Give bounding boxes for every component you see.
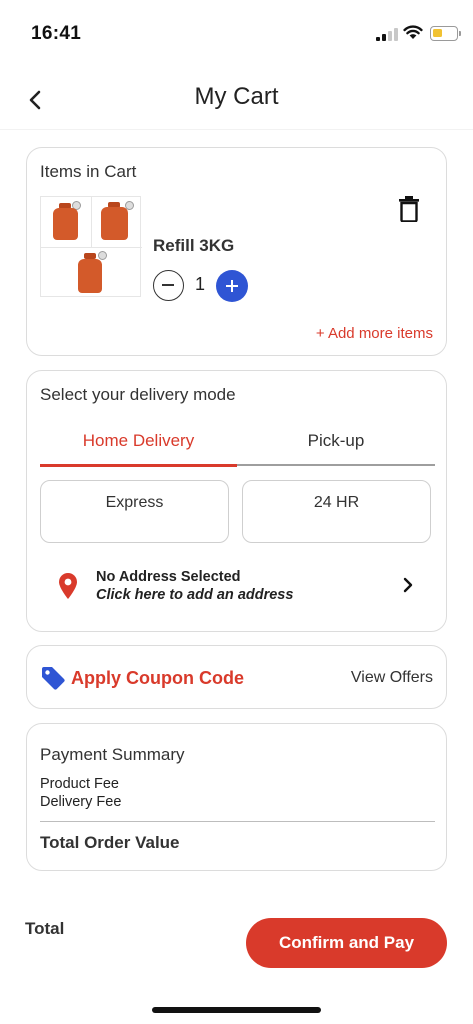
total-label: Total [25, 919, 65, 938]
delivery-section-label: Select your delivery mode [40, 385, 236, 404]
home-indicator[interactable] [152, 1007, 321, 1013]
decrease-quantity-button[interactable] [153, 270, 184, 301]
coupon-card[interactable]: Apply Coupon Code View Offers [26, 645, 447, 709]
view-offers-link[interactable]: View Offers [351, 669, 433, 687]
24hr-option[interactable]: 24 HR [242, 480, 431, 543]
quantity-value: 1 [194, 274, 205, 294]
delivery-mode-card: Select your delivery mode Home Delivery … [26, 370, 447, 632]
product-name: Refill 3KG [153, 236, 235, 255]
total-order-value-label: Total Order Value [40, 833, 180, 852]
header: My Cart [0, 70, 473, 130]
trash-icon[interactable] [397, 196, 421, 222]
location-pin-icon [59, 573, 77, 599]
battery-icon [430, 26, 458, 41]
delivery-fee-label: Delivery Fee [40, 794, 122, 810]
cart-card: Items in Cart Refill 3KG 1 + Add more it… [26, 147, 447, 356]
status-time: 16:41 [31, 23, 82, 44]
chevron-right-icon[interactable] [402, 577, 414, 593]
page-title: My Cart [194, 83, 279, 110]
express-option[interactable]: Express [40, 480, 229, 543]
address-title[interactable]: No Address Selected [96, 569, 241, 585]
signal-icon [376, 27, 398, 41]
payment-summary-card: Payment Summary Product Fee Delivery Fee… [26, 723, 447, 871]
tab-home-delivery[interactable]: Home Delivery [40, 431, 237, 451]
increase-quantity-button[interactable] [216, 270, 248, 302]
address-subtitle[interactable]: Click here to add an address [96, 587, 293, 603]
payment-summary-title: Payment Summary [40, 745, 185, 764]
wifi-icon [403, 25, 423, 39]
status-bar: 16:41 [0, 0, 473, 60]
product-fee-label: Product Fee [40, 776, 119, 792]
add-more-items-link[interactable]: + Add more items [316, 325, 433, 342]
product-image [40, 196, 142, 297]
divider [40, 821, 435, 822]
cart-section-label: Items in Cart [40, 162, 137, 181]
apply-coupon-label[interactable]: Apply Coupon Code [71, 668, 244, 689]
tab-pick-up[interactable]: Pick-up [237, 431, 435, 451]
tab-active-indicator [40, 464, 237, 467]
tag-icon [42, 667, 65, 690]
confirm-and-pay-button[interactable]: Confirm and Pay [246, 918, 447, 968]
